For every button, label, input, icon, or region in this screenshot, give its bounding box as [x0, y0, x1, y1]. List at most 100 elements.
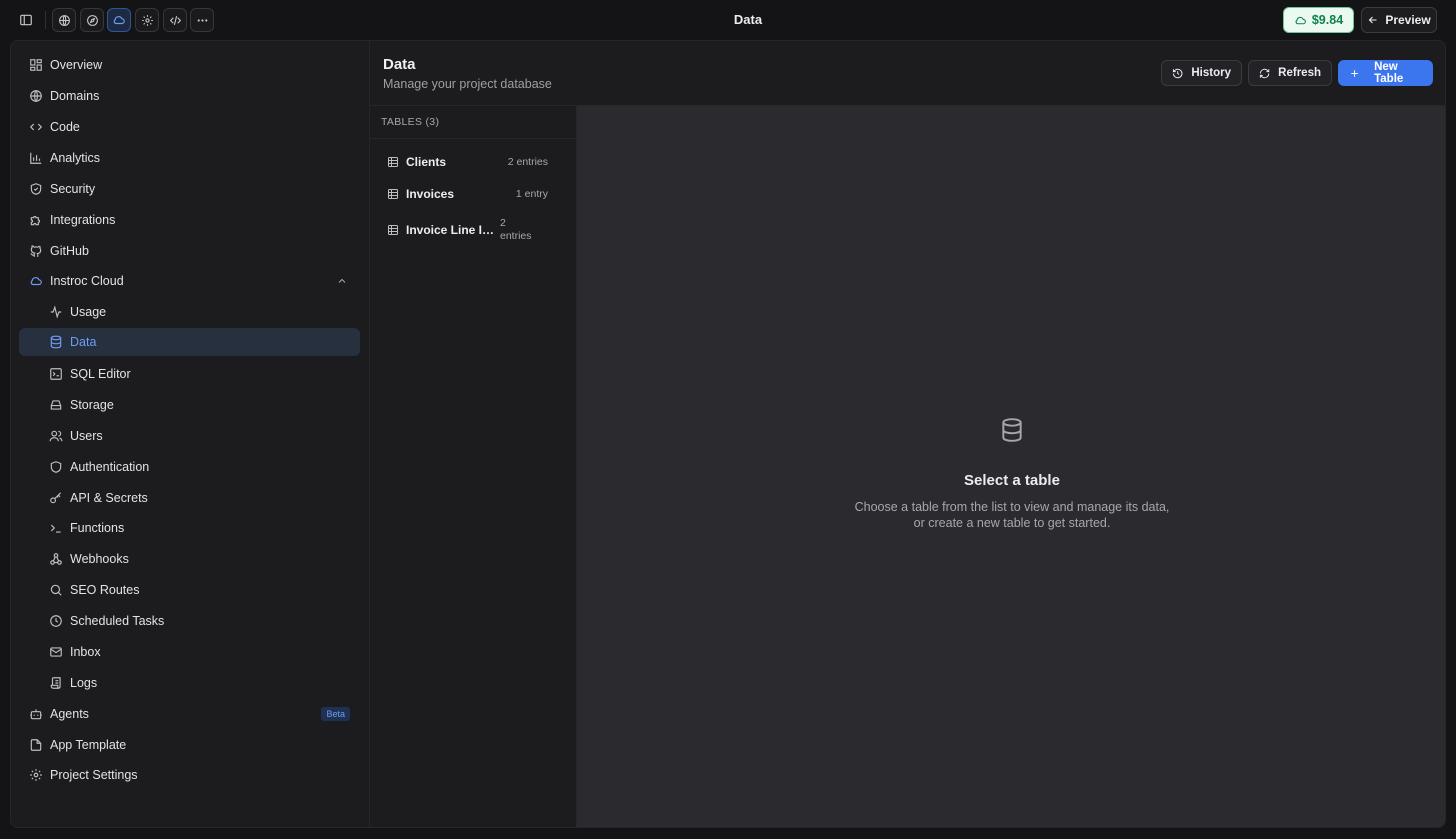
- globe-icon[interactable]: [52, 8, 76, 32]
- sidebar-item-functions[interactable]: Functions: [19, 514, 360, 542]
- sidebar-item-label: Project Settings: [50, 768, 138, 782]
- preview-label: Preview: [1385, 13, 1431, 27]
- database-icon: [999, 416, 1025, 444]
- main-header: Data Manage your project database Histor…: [370, 41, 1445, 106]
- table-entry-count: 2 entries: [507, 156, 548, 168]
- cloud-icon[interactable]: [107, 8, 131, 32]
- table-row[interactable]: Invoices 1 entry: [380, 179, 565, 209]
- sidebar-item-usage[interactable]: Usage: [19, 298, 360, 326]
- table-icon: [387, 156, 399, 168]
- sidebar-item-label: API & Secrets: [70, 491, 148, 505]
- sidebar-item-sql-editor[interactable]: SQL Editor: [19, 360, 360, 388]
- cloud-icon: [1295, 16, 1306, 24]
- compass-icon[interactable]: [80, 8, 104, 32]
- sidebar-item-label: Overview: [50, 58, 103, 72]
- sidebar-item-code[interactable]: Code: [19, 113, 360, 141]
- plus-icon: [1351, 69, 1358, 77]
- beta-badge: Beta: [321, 707, 350, 721]
- history-label: History: [1191, 67, 1231, 79]
- sidebar-item-scheduled-tasks[interactable]: Scheduled Tasks: [19, 607, 360, 635]
- sidebar-item-analytics[interactable]: Analytics: [19, 144, 360, 172]
- puzzle-icon: [29, 213, 43, 227]
- sidebar-item-project-settings[interactable]: Project Settings: [19, 761, 360, 789]
- sidebar-item-overview[interactable]: Overview: [19, 51, 360, 79]
- tables-heading: TABLES (3): [370, 106, 577, 139]
- sidebar-item-users[interactable]: Users: [19, 422, 360, 450]
- sidebar-item-logs[interactable]: Logs: [19, 669, 360, 697]
- new-table-button[interactable]: New Table: [1338, 60, 1433, 86]
- sidebar-item-label: Security: [50, 182, 96, 196]
- history-button[interactable]: History: [1161, 60, 1242, 86]
- github-icon: [29, 244, 43, 258]
- refresh-label: Refresh: [1278, 67, 1321, 79]
- sidebar-item-domains[interactable]: Domains: [19, 82, 360, 110]
- gear-icon[interactable]: [135, 8, 159, 32]
- table-icon: [387, 224, 399, 236]
- balance-button[interactable]: $9.84: [1283, 7, 1354, 33]
- page-title: Data: [733, 12, 763, 27]
- sidebar-item-label: Code: [50, 120, 80, 134]
- empty-state-line-1: Choose a table from the list to view and…: [854, 500, 1170, 514]
- activity-icon: [49, 305, 63, 319]
- terminal-icon: [49, 521, 63, 535]
- empty-state-line-2: or create a new table to get started.: [913, 516, 1111, 530]
- sidebar-item-label: Analytics: [50, 151, 101, 165]
- sidebar-item-label: SEO Routes: [70, 583, 140, 597]
- toolbar-divider: [45, 11, 46, 29]
- sidebar-item-api-secrets[interactable]: API & Secrets: [19, 484, 360, 512]
- sidebar-item-label: App Template: [50, 738, 127, 752]
- sidebar-item-label: Instroc Cloud: [50, 274, 124, 288]
- database-icon: [49, 335, 63, 349]
- preview-button[interactable]: Preview: [1361, 7, 1437, 33]
- sidebar-item-storage[interactable]: Storage: [19, 391, 360, 419]
- terminal-square-icon: [49, 367, 63, 381]
- sidebar-item-label: Functions: [70, 521, 125, 535]
- sidebar-item-instroc-cloud[interactable]: Instroc Cloud: [19, 267, 360, 295]
- more-icon[interactable]: [190, 8, 214, 32]
- history-icon: [1172, 68, 1183, 78]
- sidebar-item-label: Data: [70, 335, 97, 349]
- sidebar-item-label: Storage: [70, 398, 114, 412]
- sidebar-toggle-icon[interactable]: [14, 8, 38, 32]
- sidebar-item-label: Users: [70, 429, 103, 443]
- sidebar-item-app-template[interactable]: App Template: [19, 731, 360, 759]
- sidebar-item-label: Logs: [70, 676, 98, 690]
- sidebar-item-seo-routes[interactable]: SEO Routes: [19, 576, 360, 604]
- sidebar-item-authentication[interactable]: Authentication: [19, 453, 360, 481]
- table-row[interactable]: Clients 2 entries: [380, 147, 565, 177]
- tables-heading-label: TABLES (3): [381, 116, 440, 128]
- empty-state-title: Select a table: [964, 472, 1060, 489]
- sidebar-item-github[interactable]: GitHub: [19, 237, 360, 265]
- layout-icon: [29, 58, 43, 72]
- sidebar-item-inbox[interactable]: Inbox: [19, 638, 360, 666]
- balance-label: $9.84: [1311, 13, 1344, 27]
- hard-drive-icon: [49, 398, 63, 412]
- shield-check-icon: [29, 182, 43, 196]
- code-icon[interactable]: [163, 8, 187, 32]
- clock-icon: [49, 614, 63, 628]
- new-table-label: New Table: [1374, 61, 1404, 85]
- table-name: Clients: [406, 155, 447, 169]
- refresh-button[interactable]: Refresh: [1248, 60, 1332, 86]
- sidebar-item-agents[interactable]: Agents Beta: [19, 700, 360, 728]
- sidebar-item-label: Domains: [50, 89, 100, 103]
- sidebar-item-label: Scheduled Tasks: [70, 614, 165, 628]
- sidebar-item-data[interactable]: Data: [19, 328, 360, 356]
- sidebar-item-security[interactable]: Security: [19, 175, 360, 203]
- users-icon: [49, 429, 63, 443]
- chevron-up-icon[interactable]: [336, 275, 348, 287]
- sidebar-item-label: Inbox: [70, 645, 101, 659]
- sidebar-item-integrations[interactable]: Integrations: [19, 206, 360, 234]
- refresh-icon: [1259, 68, 1270, 78]
- top-bar: Data $9.84 Preview: [0, 0, 1456, 40]
- table-entry-count: 1 entry: [515, 188, 548, 200]
- mail-icon: [49, 645, 63, 659]
- table-row[interactable]: Invoice Line Ite... 2 entries: [380, 215, 565, 245]
- file-icon: [29, 738, 43, 752]
- sidebar-item-label: Usage: [70, 305, 107, 319]
- code-icon: [29, 120, 43, 134]
- sidebar-item-label: Agents: [50, 707, 89, 721]
- sidebar-item-webhooks[interactable]: Webhooks: [19, 545, 360, 573]
- sidebar-item-label: Integrations: [50, 213, 116, 227]
- webhook-icon: [49, 552, 63, 566]
